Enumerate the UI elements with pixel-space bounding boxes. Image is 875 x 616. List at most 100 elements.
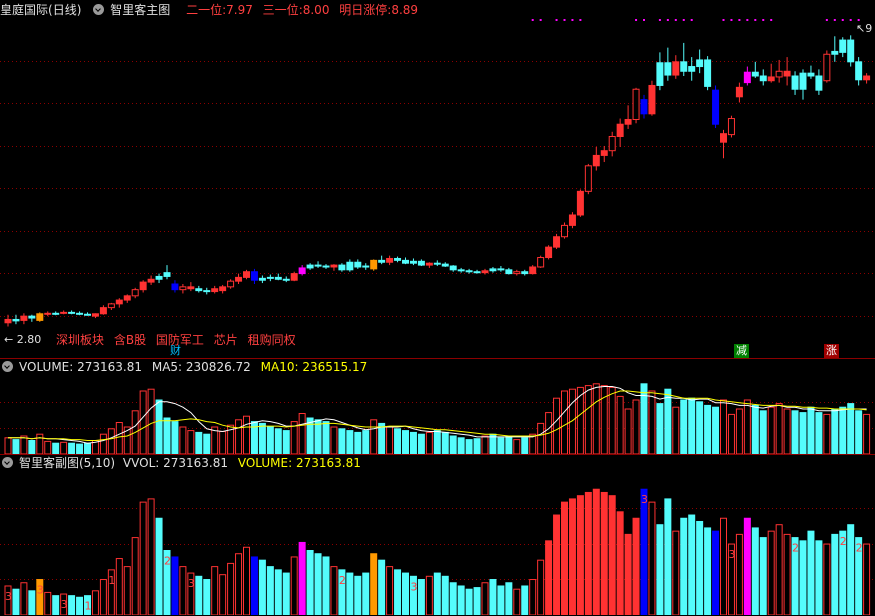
volume-bar: [473, 438, 481, 454]
low-price-label: ← 2.80: [4, 333, 42, 346]
reduce-marker[interactable]: 减: [734, 344, 749, 358]
sub-volume-bar: [147, 498, 155, 615]
volume-bar: [195, 431, 203, 454]
candle-body: [107, 303, 115, 309]
rise-marker[interactable]: 涨: [824, 344, 839, 358]
price-chart[interactable]: [0, 18, 875, 358]
sub-volume-bar: [799, 540, 807, 615]
signal-dot: [730, 19, 733, 21]
signal-dot: [754, 19, 757, 21]
signal-dot: [849, 19, 852, 21]
sub-volume-bar: [672, 530, 680, 615]
indicator-menu-icon[interactable]: [93, 4, 105, 15]
concept-tag[interactable]: 芯片: [214, 333, 238, 347]
volume-bar: [394, 428, 402, 454]
stock-name[interactable]: 皇庭国际: [0, 3, 48, 17]
candle-body: [815, 75, 823, 91]
volume-bar: [839, 406, 847, 454]
candle-body: [99, 307, 107, 315]
bar-digit: 3: [410, 580, 417, 593]
candle-body: [537, 257, 545, 268]
sub-volume-bar: [815, 540, 823, 615]
sub-volume-bar: [99, 579, 107, 615]
sub-volume-bar: [521, 585, 529, 615]
volume-bar: [20, 435, 28, 454]
sub-volume-bar: [227, 562, 235, 615]
indicator-name[interactable]: 智里客主图: [110, 3, 170, 17]
candle-body: [529, 266, 537, 275]
volume-bar: [187, 430, 195, 454]
candle-body: [68, 311, 76, 314]
candle-body: [195, 288, 203, 292]
sub-volume-bar: [235, 553, 243, 615]
volume-bar: [592, 383, 600, 454]
concept-tag[interactable]: 含B股: [114, 333, 146, 347]
candle-body: [139, 281, 147, 291]
sub-indicator-name[interactable]: 智里客副图(5,10): [19, 456, 115, 470]
sub-volume-bar: [394, 569, 402, 615]
concept-tag[interactable]: 租购同权: [248, 333, 296, 347]
candle-body: [648, 84, 656, 115]
bar-digit: 1: [108, 574, 115, 587]
volume-bar: [115, 422, 123, 454]
sub-volume-bar: [12, 588, 20, 615]
candle-body: [656, 62, 664, 86]
candle-body: [791, 75, 799, 90]
sub-volume-bar: [473, 587, 481, 615]
bar-digit: 2: [164, 555, 171, 568]
candle-body: [394, 257, 402, 261]
sub-volume-bar: [346, 572, 354, 615]
sub-volume-bar: [505, 582, 513, 615]
sub-volume-bar: [608, 495, 616, 615]
sub-volume-bar: [298, 541, 306, 615]
sub-volume-bar: [123, 566, 131, 615]
candle-body: [155, 275, 163, 280]
finance-marker[interactable]: 财: [168, 344, 183, 358]
sub-volume-bar: [481, 582, 489, 615]
sub-volume-bar: [863, 543, 871, 615]
sub-volume-bar: [489, 579, 497, 615]
sub-header: 智里客副图(5,10) VVOL: 273163.81 VOLUME: 2731…: [0, 455, 367, 472]
sub-volume-bar: [807, 530, 815, 615]
sub-volume-bar: [712, 530, 720, 615]
signal-dot: [531, 19, 534, 21]
volume-chart[interactable]: [0, 376, 875, 454]
sub-volume-bar: [68, 595, 76, 615]
candle-body: [123, 295, 131, 301]
volume-bar: [624, 408, 632, 454]
volume-bar: [648, 390, 656, 454]
volume-menu-icon[interactable]: [2, 361, 13, 372]
sub-volume-bar: [648, 501, 656, 615]
candle-body: [688, 66, 696, 72]
volume-bar: [712, 406, 720, 454]
sub-volume-chart[interactable]: 3 33 1123 2 333 2 2 2: [0, 472, 875, 615]
candle-body: [521, 271, 529, 275]
candle-body: [338, 264, 346, 271]
sub-menu-icon[interactable]: [2, 457, 13, 468]
volume-bar: [155, 399, 163, 454]
candle-body: [672, 61, 680, 76]
candle-body: [386, 257, 394, 263]
sub-volume-bar: [362, 572, 370, 615]
signal-dot: [762, 19, 765, 21]
volume-bar: [163, 417, 171, 454]
bar-digit: 2: [840, 535, 847, 548]
candle-body: [417, 260, 425, 266]
volume-bar: [521, 437, 529, 454]
volume-bar: [553, 397, 561, 454]
candle-body: [219, 286, 227, 292]
candle-body: [807, 72, 815, 77]
sub-volume-bar: [243, 546, 250, 615]
candle-body: [775, 70, 783, 78]
main-panel-header: 皇庭国际(日线) 智里客主图 二一位:7.97 三一位:8.00 明日涨停:8.…: [0, 2, 424, 19]
volume-bar: [561, 390, 568, 454]
volume-bar: [330, 426, 338, 454]
candle-body: [568, 214, 576, 226]
sub-volume-bar: [680, 517, 688, 615]
sub-volume-bar: [322, 556, 330, 615]
candle-body: [60, 311, 68, 314]
candle-body: [608, 136, 616, 152]
concept-tag[interactable]: 深圳板块: [56, 333, 104, 347]
sub-volume-bar: [203, 579, 211, 615]
volume-bar: [720, 399, 727, 454]
